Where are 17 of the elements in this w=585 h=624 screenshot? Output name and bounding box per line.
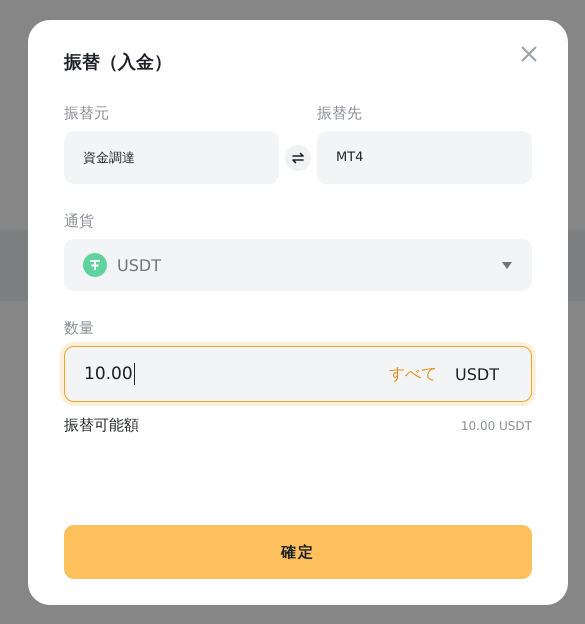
field-label: 振替先 — [317, 104, 362, 123]
coin-icon — [83, 253, 107, 277]
available-label: 振替可能額 — [64, 416, 139, 435]
text-cursor — [134, 363, 135, 385]
destination-field[interactable]: MT4 — [317, 131, 532, 184]
close-icon[interactable] — [520, 45, 538, 63]
unit-label: USDT — [455, 364, 499, 384]
dialog-title: 振替（入金） — [64, 51, 172, 74]
field-label: 振替元 — [64, 104, 109, 123]
field-label: 数量 — [64, 319, 94, 338]
source-field[interactable]: 資金調達 — [64, 131, 279, 184]
available-amount: 10.00 USDT — [460, 418, 532, 432]
swap-icon[interactable] — [285, 145, 311, 171]
field-label: 通貨 — [64, 212, 94, 231]
confirm-button[interactable]: 確定 — [64, 525, 532, 579]
currency-select[interactable]: USDT — [64, 239, 532, 291]
dropdown-caret-icon — [502, 262, 512, 268]
